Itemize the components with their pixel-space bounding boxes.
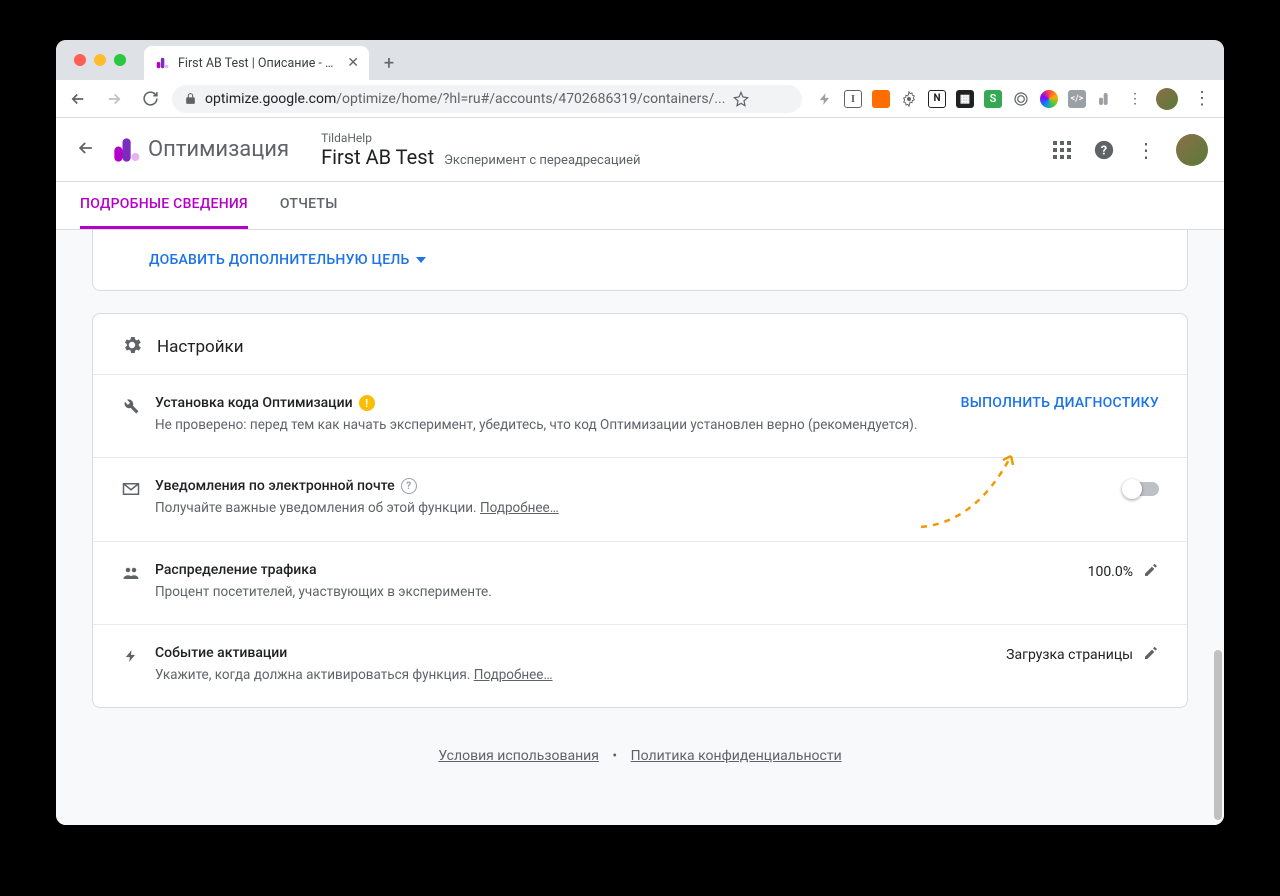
install-desc: Не проверено: перед тем как начать экспе… [155,415,947,435]
window-controls [66,40,144,80]
add-goal-label: ДОБАВИТЬ ДОПОЛНИТЕЛЬНУЮ ЦЕЛЬ [149,252,410,268]
ext-icon-n[interactable]: N [928,90,946,108]
privacy-link[interactable]: Политика конфиденциальности [631,748,842,764]
email-desc: Получайте важные уведомления об этой фун… [155,498,1111,518]
email-toggle[interactable] [1125,482,1159,496]
scrollbar-thumb[interactable] [1214,650,1222,820]
settings-row-install: Установка кода Оптимизации ! Не проверен… [93,374,1187,457]
forward-button[interactable] [100,85,128,113]
settings-title: Настройки [157,337,244,357]
help-icon[interactable]: ? [1092,138,1116,162]
settings-row-activation: Событие активации Укажите, когда должна … [93,624,1187,707]
activation-title: Событие активации [155,645,287,661]
content-area: ДОБАВИТЬ ДОПОЛНИТЕЛЬНУЮ ЦЕЛЬ Настройки У… [56,230,1224,825]
tab-title: First AB Test | Описание - Оп [178,56,339,71]
product-name: Оптимизация [148,137,289,162]
mail-icon [121,480,141,498]
people-icon [121,564,141,582]
svg-text:?: ? [1101,143,1107,158]
tabs-nav: ПОДРОБНЫЕ СВЕДЕНИЯ ОТЧЕТЫ [56,182,1224,230]
minimize-window-button[interactable] [94,54,106,66]
header-titles: TildaHelp First AB Test Эксперимент с пе… [321,131,640,169]
settings-card: Настройки Установка кода Оптимизации ! Н… [92,313,1188,708]
terms-link[interactable]: Условия использования [438,748,599,764]
ext-icon-grid[interactable]: ▦ [956,90,974,108]
optimize-logo[interactable]: Оптимизация [112,136,289,164]
goals-card: ДОБАВИТЬ ДОПОЛНИТЕЛЬНУЮ ЦЕЛЬ [92,230,1188,291]
browser-window: First AB Test | Описание - Оп ✕ + optimi… [56,40,1224,825]
traffic-desc: Процент посетителей, участвующих в экспе… [155,582,1074,602]
new-tab-button[interactable]: + [375,49,403,77]
traffic-title: Распределение трафика [155,562,317,578]
ext-icon-s[interactable]: S [984,90,1002,108]
browser-menu-button[interactable]: ⋮ [1188,85,1216,113]
chevron-down-icon [416,255,426,265]
maximize-window-button[interactable] [114,54,126,66]
app-header: Оптимизация TildaHelp First AB Test Эксп… [56,118,1224,182]
settings-row-traffic: Распределение трафика Процент посетителе… [93,541,1187,624]
settings-row-email: Уведомления по электронной почте ? Получ… [93,457,1187,540]
address-bar: optimize.google.com/optimize/home/?hl=ru… [56,80,1224,118]
experiment-title: First AB Test [321,145,434,169]
edit-traffic-button[interactable] [1143,562,1159,582]
ext-icon-spiral[interactable] [1012,90,1030,108]
run-diagnostics-button[interactable]: ВЫПОЛНИТЬ ДИАГНОСТИКУ [961,395,1159,411]
footer: Условия использования • Политика конфиде… [92,730,1188,794]
close-window-button[interactable] [74,54,86,66]
header-actions: ? ⋮ [1050,134,1208,166]
email-learn-more-link[interactable]: Подробнее… [480,500,559,516]
email-title: Уведомления по электронной почте [155,478,395,494]
settings-card-header: Настройки [93,314,1187,374]
add-goal-button[interactable]: ДОБАВИТЬ ДОПОЛНИТЕЛЬНУЮ ЦЕЛЬ [117,230,1187,290]
activation-learn-more-link[interactable]: Подробнее… [474,667,553,683]
ext-icon-gear[interactable] [900,90,918,108]
reload-button[interactable] [136,85,164,113]
optimize-favicon [154,55,170,71]
warning-icon: ! [359,395,375,411]
tab-details[interactable]: ПОДРОБНЫЕ СВЕДЕНИЯ [80,182,248,229]
lock-icon [184,92,197,105]
extensions-row: I N ▦ S </> ⋮ ⋮ [810,85,1216,113]
back-button[interactable] [64,85,92,113]
ext-icon-rainbow[interactable] [1040,90,1058,108]
footer-separator: • [612,748,617,764]
tab-strip: First AB Test | Описание - Оп ✕ + [56,40,1224,80]
ext-icon-code[interactable]: </> [1068,90,1086,108]
close-tab-button[interactable]: ✕ [347,55,359,71]
app-back-button[interactable] [72,134,100,166]
star-icon[interactable] [733,91,749,107]
ext-icon-i[interactable]: I [844,90,862,108]
ext-icon-orange[interactable] [872,90,890,108]
experiment-subtitle: Эксперимент с переадресацией [444,153,640,168]
url-text: optimize.google.com/optimize/home/?hl=ru… [205,91,725,107]
toggle-knob [1122,479,1142,499]
ext-icon-bolt[interactable] [816,90,834,108]
install-title: Установка кода Оптимизации [155,395,353,411]
wrench-icon [121,397,141,415]
tab-reports[interactable]: ОТЧЕТЫ [280,182,338,229]
url-input[interactable]: optimize.google.com/optimize/home/?hl=ru… [172,85,802,113]
ext-separator: ⋮ [1124,91,1146,107]
optimize-logo-icon [112,136,140,164]
gear-icon [121,334,143,360]
activation-desc: Укажите, когда должна активироваться фун… [155,665,992,685]
user-avatar[interactable] [1176,134,1208,166]
edit-activation-button[interactable] [1143,645,1159,665]
ext-icon-optimize[interactable] [1096,90,1114,108]
account-name: TildaHelp [321,131,640,145]
bolt-icon [121,647,141,665]
apps-icon[interactable] [1050,138,1074,162]
activation-value: Загрузка страницы [1006,647,1133,663]
profile-avatar-small[interactable] [1156,88,1178,110]
help-circle-icon[interactable]: ? [401,478,417,494]
more-menu-icon[interactable]: ⋮ [1134,138,1158,162]
traffic-value: 100.0% [1088,564,1133,580]
browser-tab[interactable]: First AB Test | Описание - Оп ✕ [144,46,369,80]
